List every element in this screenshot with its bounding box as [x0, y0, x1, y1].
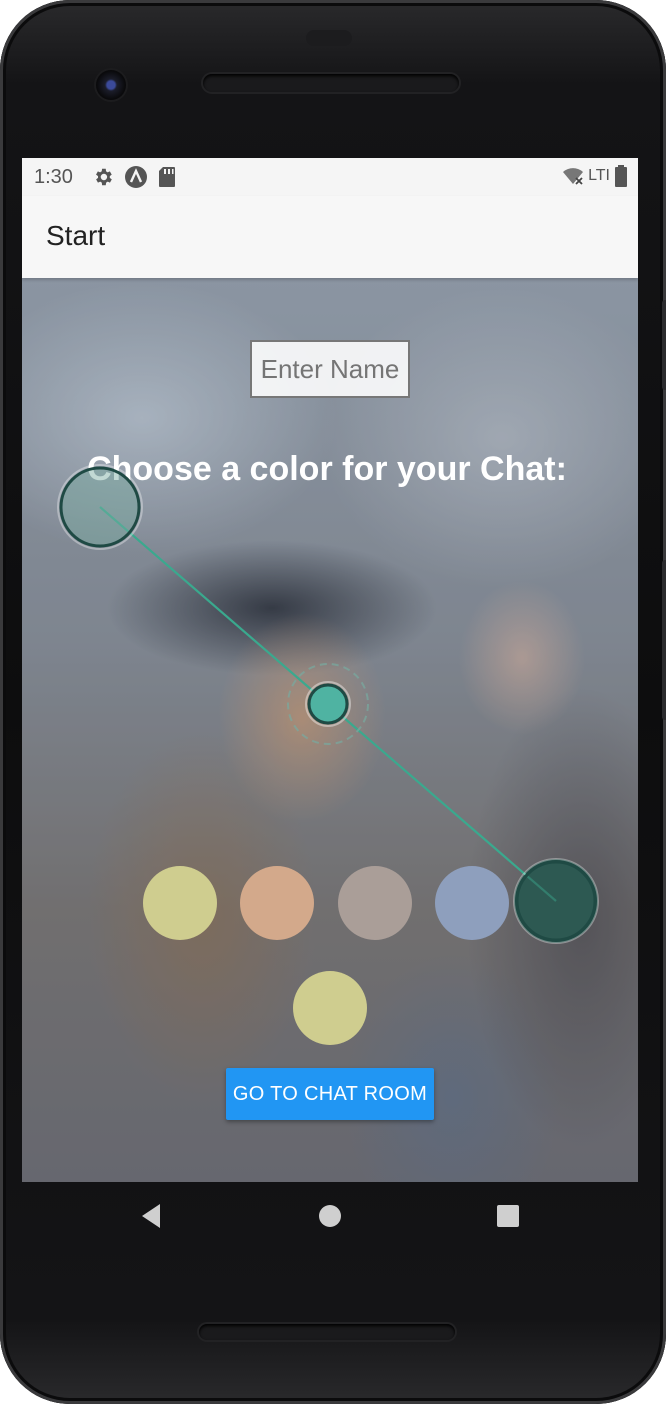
choose-color-label: Choose a color for your Chat: — [87, 450, 567, 488]
status-icons-right: LTI — [562, 165, 628, 187]
color-swatch-yellow-green[interactable] — [143, 866, 217, 940]
proximity-sensor — [306, 30, 352, 46]
screen: 1:30 LTI Start Enter Name Choose a color… — [22, 158, 638, 1182]
color-swatch-blue-grey[interactable] — [435, 866, 509, 940]
color-swatch-yellow-green-2[interactable] — [293, 971, 367, 1045]
start-screen-background: Choose a color for your Chat: GO TO CHAT… — [22, 278, 638, 1182]
color-swatch-peach[interactable] — [240, 866, 314, 940]
power-button — [662, 560, 666, 720]
color-swatch-dark-teal[interactable] — [517, 862, 595, 940]
background-overlay — [22, 278, 638, 1182]
battery-icon — [615, 165, 627, 187]
go-to-chat-room-button[interactable]: GO TO CHAT ROOM — [226, 1068, 434, 1120]
app-bar: Start — [22, 196, 638, 278]
network-label: LTI — [588, 167, 610, 184]
front-camera-icon — [96, 70, 126, 100]
phone-frame: 1:30 LTI Start Enter Name Choose a color… — [0, 0, 666, 1404]
android-a-icon — [125, 166, 147, 188]
navigation-bar — [22, 1182, 638, 1254]
earpiece-speaker — [203, 74, 459, 92]
bottom-speaker — [199, 1324, 455, 1340]
status-time: 1:30 — [34, 166, 73, 188]
page-title: Start — [46, 220, 106, 251]
gear-icon — [96, 168, 112, 186]
status-bar: 1:30 LTI — [22, 158, 638, 196]
wifi-off-icon — [563, 168, 584, 185]
back-icon[interactable] — [138, 1202, 164, 1230]
sd-card-icon — [159, 167, 175, 187]
recents-icon[interactable] — [496, 1202, 520, 1230]
name-input[interactable] — [250, 340, 410, 398]
color-swatch-taupe[interactable] — [338, 866, 412, 940]
status-icons-left — [92, 165, 176, 189]
home-icon[interactable] — [318, 1202, 342, 1230]
volume-button — [662, 300, 666, 390]
